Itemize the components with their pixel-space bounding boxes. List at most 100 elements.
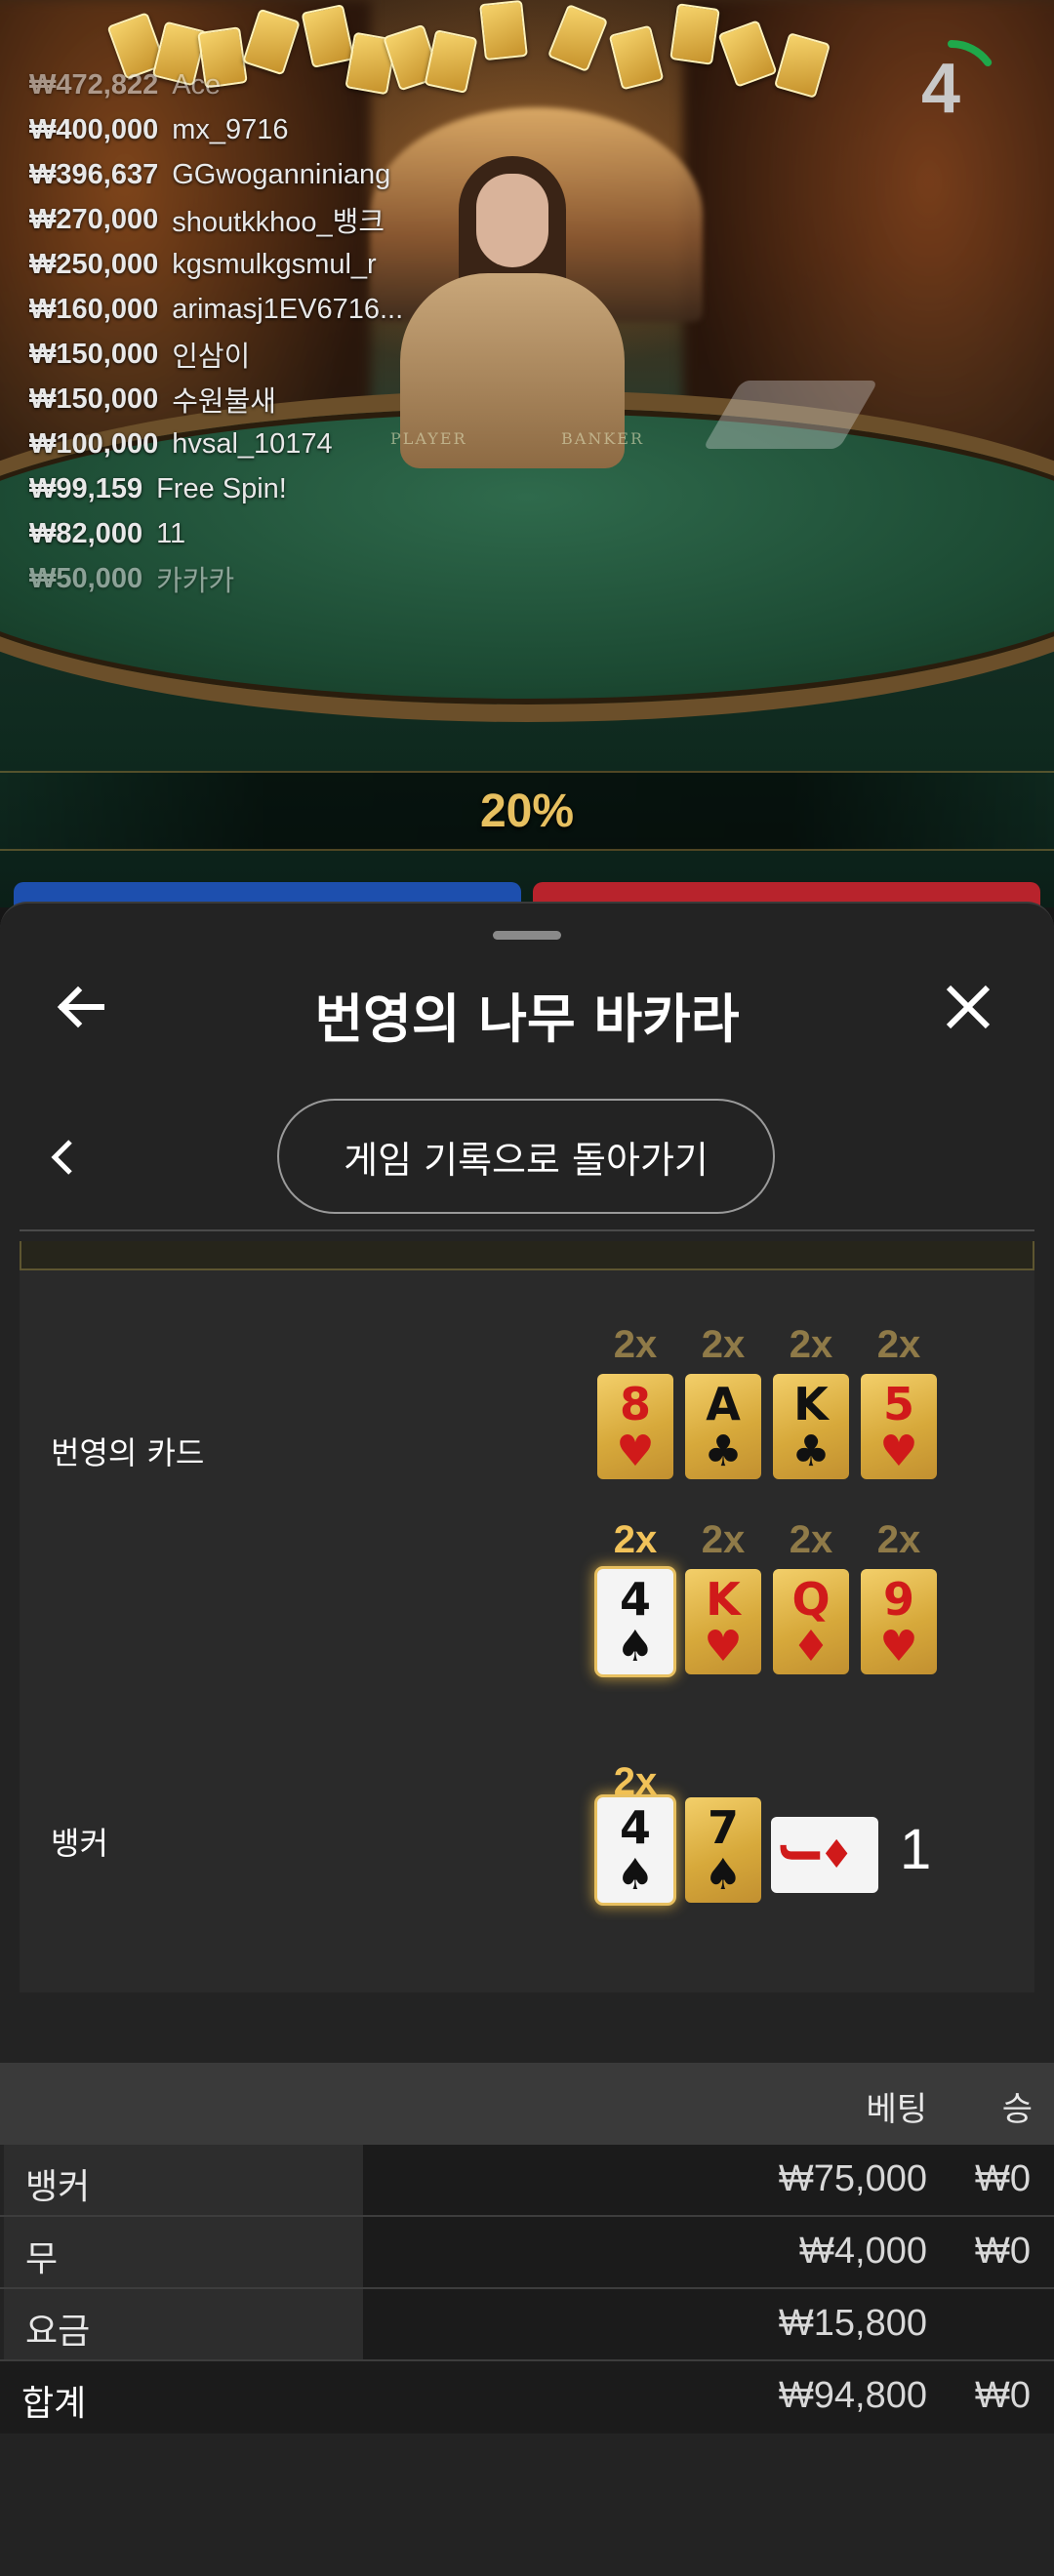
multiplier-label: 2x: [701, 1323, 746, 1366]
leaderboard-row: ₩150,000 수원불새: [29, 377, 403, 422]
card-suit-icon: ♣: [791, 1427, 831, 1476]
banker-score: 1: [900, 1818, 932, 1881]
playing-card: 7 ♠: [685, 1797, 761, 1903]
history-nav: 게임 기록으로 돌아가기: [0, 1099, 1054, 1216]
playing-card: A ♣: [685, 1374, 761, 1479]
bet-type-label: 무: [25, 2239, 59, 2279]
prosperity-cards-label: 번영의 카드: [51, 1434, 205, 1471]
bets-row: 무 ₩4,000 ₩0: [0, 2217, 1054, 2289]
sideways-playing-card: J ♦: [771, 1817, 878, 1893]
leaderboard-amount: ₩160,000: [29, 293, 159, 325]
timer-value: 4: [920, 50, 961, 128]
card-rank: 7: [707, 1801, 739, 1854]
dealer: [390, 156, 634, 468]
prosperity-percent-bar: 20%: [0, 771, 1054, 851]
sheet-title: 번영의 나무 바카라: [314, 988, 740, 1050]
leaderboard-row: ₩150,000 인삼이: [29, 332, 403, 377]
leaderboard-name: 수원불새: [172, 386, 276, 418]
card-suit-icon: ♠: [616, 1622, 655, 1671]
bet-amount: ₩15,800: [778, 2303, 927, 2344]
countdown-timer: 4: [898, 35, 1005, 142]
win-amount: ₩0: [975, 2375, 1031, 2416]
card-rank: A: [706, 1378, 741, 1430]
leaderboard-amount: ₩400,000: [29, 113, 159, 145]
bet-type-label: 요금: [25, 2312, 91, 2352]
bet-amount: ₩75,000: [778, 2158, 927, 2199]
card-rank: 5: [882, 1378, 914, 1430]
multiplier-label: 2x: [613, 1518, 658, 1561]
card-suit-icon: ♥: [879, 1622, 918, 1671]
bet-column-header: 베팅: [866, 2090, 927, 2129]
leaderboard-row: ₩100,000 hvsal_10174: [29, 422, 403, 466]
leaderboard-row: ₩396,637 GGwoganniniang: [29, 152, 403, 197]
leaderboard-row: ₩270,000 shoutkkhoo_뱅크: [29, 197, 403, 242]
banker-row-label: 뱅커: [51, 1825, 108, 1862]
bet-amount-cell: [363, 2145, 1054, 2215]
bet-amount: ₩4,000: [799, 2231, 927, 2272]
card-rank: 8: [619, 1378, 651, 1430]
leaderboard-amount: ₩396,637: [29, 158, 159, 190]
card-rank: 4: [619, 1801, 651, 1854]
leaderboard-row: ₩82,000 11: [29, 511, 403, 556]
sheet-header: 번영의 나무 바카라: [0, 958, 1054, 1056]
multiplier-label: 2x: [876, 1323, 921, 1366]
card-rank: 4: [619, 1573, 651, 1626]
bet-type-label: 합계: [21, 2384, 87, 2424]
playing-card: Q ♦: [773, 1569, 849, 1674]
felt-banker-label: BANKER: [561, 429, 644, 448]
chevron-left-icon[interactable]: [43, 1132, 82, 1183]
leaderboard-row: ₩472,822 Ace: [29, 62, 403, 107]
card-suit-icon: ♠: [704, 1850, 743, 1900]
round-details-sheet: 번영의 나무 바카라 게임 기록으로 돌아가기 번영의 카드 뱅커 2x 8 ♥ 2x…: [0, 902, 1054, 2576]
bets-row: 요금 ₩15,800: [0, 2289, 1054, 2361]
sheet-drag-handle[interactable]: [493, 931, 561, 940]
prosperity-percent: 20%: [479, 785, 575, 837]
leaderboard-amount: ₩150,000: [29, 382, 159, 415]
playing-card: 9 ♥: [861, 1569, 937, 1674]
leaderboard-row: ₩160,000 arimasj1EV6716...: [29, 287, 403, 332]
card-suit-icon: ♥: [879, 1427, 918, 1476]
leaderboard-name: GGwoganniniang: [172, 158, 391, 190]
playing-card: 4 ♠: [597, 1569, 673, 1674]
card-rank: Q: [791, 1573, 831, 1626]
playing-card: 8 ♥: [597, 1374, 673, 1479]
multiplier-label: 2x: [789, 1518, 833, 1561]
leaderboard-name: 카카카: [156, 566, 235, 597]
bet-amount-cell: [363, 2289, 1054, 2359]
multiplier-label: 2x: [876, 1518, 921, 1561]
leaderboard-row: ₩400,000 mx_9716: [29, 107, 403, 152]
playing-card: K ♣: [773, 1374, 849, 1479]
bets-row: 뱅커 ₩75,000 ₩0: [0, 2145, 1054, 2217]
bet-amount-cell: [363, 2217, 1054, 2287]
card-rank: K: [793, 1378, 829, 1430]
card-rank: K: [706, 1573, 741, 1626]
leaderboard-name: Ace: [172, 68, 222, 101]
leaderboard-name: kgsmulkgsmul_r: [172, 248, 377, 280]
card-suit-icon: ♣: [704, 1427, 743, 1476]
leaderboard-name: shoutkkhoo_뱅크: [172, 207, 385, 238]
win-amount: ₩0: [975, 2158, 1031, 2199]
leaderboard-name: 인삼이: [172, 342, 251, 373]
leaderboard-amount: ₩50,000: [29, 562, 143, 594]
bets-table: 베팅 승 뱅커 ₩75,000 ₩0 무 ₩4,000 ₩0 요금 ₩15,800 합계 ₩94,…: [0, 2063, 1054, 2434]
leaderboard-name: hvsal_10174: [172, 427, 333, 460]
leaderboard-amount: ₩150,000: [29, 338, 159, 370]
bet-label-cell: [4, 2217, 363, 2287]
multiplier-label: 2x: [613, 1323, 658, 1366]
close-icon[interactable]: [939, 978, 997, 1036]
divider: [20, 1229, 1034, 1231]
multiplier-label: 2x: [701, 1518, 746, 1561]
leaderboard-name: arimasj1EV6716...: [172, 293, 404, 325]
playing-card: 5 ♥: [861, 1374, 937, 1479]
bet-amount: ₩94,800: [778, 2375, 927, 2416]
win-column-header: 승: [1001, 2090, 1033, 2129]
multiplier-label: 2x: [789, 1323, 833, 1366]
card-suit-icon: ♥: [704, 1622, 743, 1671]
playing-card: 4 ♠: [597, 1797, 673, 1903]
leaderboard-amount: ₩82,000: [29, 517, 143, 549]
back-to-history-button[interactable]: 게임 기록으로 돌아가기: [277, 1099, 775, 1214]
bets-total-row: 합계 ₩94,800 ₩0: [0, 2361, 1054, 2434]
win-amount: ₩0: [975, 2231, 1031, 2272]
leaderboard-amount: ₩100,000: [29, 427, 159, 460]
card-rank: 9: [882, 1573, 914, 1626]
